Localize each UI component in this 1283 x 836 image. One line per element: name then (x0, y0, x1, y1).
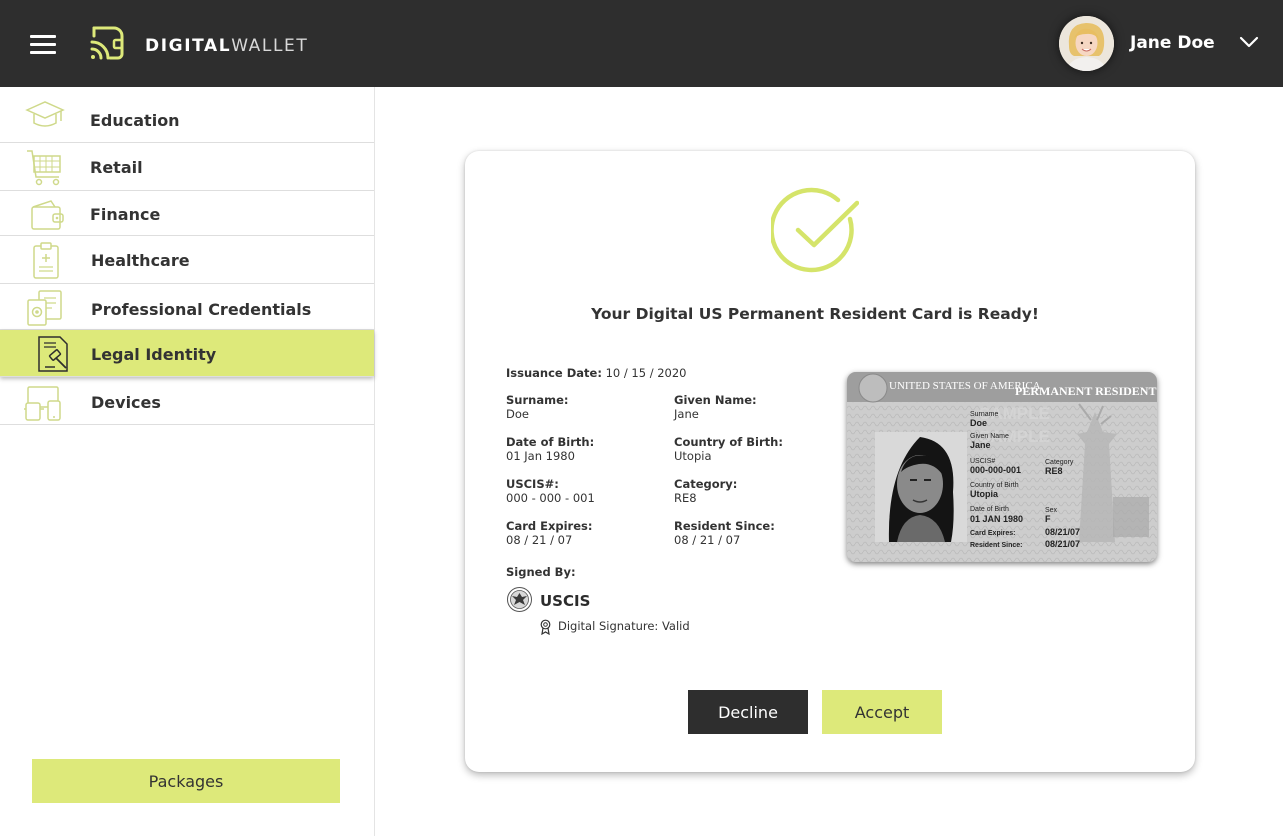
id-card-label-country: Country of Birth (970, 482, 1019, 489)
id-card-label-dob: Date of Birth (970, 506, 1009, 513)
category-field: Category: RE8 (674, 477, 737, 505)
digital-wallet-logo-icon (90, 26, 124, 60)
id-card-label-resident: Resident Since: (970, 542, 1023, 549)
gavel-document-icon (38, 336, 68, 372)
hamburger-menu-icon[interactable] (30, 35, 56, 55)
id-card-dob: 01 JAN 1980 (970, 514, 1023, 524)
date-of-birth-field: Date of Birth: 01 Jan 1980 (506, 435, 594, 463)
issuance-date-label: Issuance Date: (506, 366, 602, 380)
field-label: Date of Birth: (506, 435, 595, 449)
id-card-sex: F (1045, 514, 1051, 524)
issuance-date-value: 10 / 15 / 2020 (605, 366, 687, 380)
id-card-category: RE8 (1045, 466, 1063, 476)
id-card-surname: Doe (970, 418, 987, 428)
field-label: Card Expires: (506, 519, 593, 533)
issuance-date: Issuance Date: 10 / 15 / 2020 (506, 366, 687, 380)
wallet-icon (31, 200, 64, 230)
field-value: 08 / 21 / 07 (674, 533, 741, 547)
sidebar-item-label: Devices (91, 393, 161, 412)
surname-field: Surname: Doe (506, 393, 568, 421)
top-bar: DIGITALWALLET Jane Doe (0, 0, 1283, 87)
resident-since-field: Resident Since: 08 / 21 / 07 (674, 519, 775, 547)
sidebar-item-healthcare[interactable]: Healthcare (0, 236, 374, 284)
accept-button[interactable]: Accept (822, 690, 942, 734)
sidebar-item-label: Healthcare (91, 251, 190, 270)
decline-button[interactable]: Decline (688, 690, 808, 734)
field-label: Category: (674, 477, 738, 491)
credentials-icon (27, 290, 62, 326)
field-value: 08 / 21 / 07 (506, 533, 573, 547)
field-value: 01 Jan 1980 (506, 449, 575, 463)
medical-clipboard-icon (33, 242, 59, 279)
country-of-birth-field: Country of Birth: Utopia (674, 435, 783, 463)
app-logo-text: DIGITALWALLET (145, 36, 309, 56)
sidebar-item-education[interactable]: Education (0, 87, 374, 143)
id-card-label-expires: Card Expires: (970, 530, 1016, 537)
card-ready-title: Your Digital US Permanent Resident Card … (591, 305, 1039, 323)
credential-offer-card: Your Digital US Permanent Resident Card … (465, 151, 1195, 772)
field-label: Country of Birth: (674, 435, 783, 449)
card-expires-field: Card Expires: 08 / 21 / 07 (506, 519, 592, 547)
field-value: RE8 (674, 491, 697, 505)
chevron-down-icon[interactable] (1238, 34, 1260, 50)
sidebar-item-label: Legal Identity (91, 345, 217, 364)
signature-status: Digital Signature: Valid (558, 619, 690, 633)
sidebar-item-label: Retail (90, 158, 143, 177)
field-label: USCIS#: (506, 477, 559, 491)
sidebar-item-label: Finance (90, 205, 161, 224)
uscis-number-field: USCIS#: 000 - 000 - 001 (506, 477, 595, 505)
id-card-label-category: Category (1045, 459, 1074, 466)
sidebar-item-legal-identity[interactable]: Legal Identity (0, 330, 374, 377)
id-card-header-right: PERMANENT RESIDENT (1015, 384, 1156, 398)
shopping-cart-icon (27, 150, 61, 186)
signed-by-label: Signed By: (506, 565, 576, 579)
dhs-seal-icon (507, 587, 532, 612)
sidebar-item-retail[interactable]: Retail (0, 143, 374, 191)
field-value: Doe (506, 407, 529, 421)
field-label: Surname: (506, 393, 569, 407)
sidebar: Education Retail Finance Healthcare Prof… (0, 87, 375, 836)
id-card-label-uscis: USCIS# (970, 458, 995, 465)
user-name[interactable]: Jane Doe (1130, 33, 1215, 53)
green-card-graphic: UNITED STATES OF AMERICA PERMANENT RESID… (847, 372, 1157, 562)
devices-icon (24, 386, 61, 421)
field-value: Utopia (674, 449, 712, 463)
certificate-ribbon-icon (540, 619, 551, 635)
id-card-label-given: Given Name (970, 433, 1009, 440)
sidebar-item-label: Education (90, 111, 180, 130)
id-card-resident: 08/21/07 (1045, 539, 1080, 549)
sidebar-item-devices[interactable]: Devices (0, 377, 374, 425)
field-value: Jane (674, 407, 699, 421)
field-value: 000 - 000 - 001 (506, 491, 595, 505)
sidebar-item-professional-credentials[interactable]: Professional Credentials (0, 284, 374, 330)
field-label: Given Name: (674, 393, 757, 407)
packages-button[interactable]: Packages (32, 759, 340, 803)
id-card-label-sex: Sex (1045, 507, 1058, 514)
field-label: Resident Since: (674, 519, 775, 533)
id-card-expires: 08/21/07 (1045, 527, 1080, 537)
user-avatar[interactable] (1059, 16, 1114, 71)
sidebar-item-label: Professional Credentials (91, 300, 312, 319)
id-card-label-surname: Surname (970, 411, 999, 418)
given-name-field: Given Name: Jane (674, 393, 757, 421)
permanent-resident-card-image: UNITED STATES OF AMERICA PERMANENT RESID… (847, 372, 1157, 562)
issuer-name: USCIS (540, 592, 591, 610)
id-card-given: Jane (970, 440, 991, 450)
graduation-cap-icon (25, 101, 65, 127)
id-card-uscis: 000-000-001 (970, 465, 1021, 475)
check-circle-icon (771, 187, 859, 273)
id-card-country: Utopia (970, 489, 999, 499)
avatar-photo (1059, 16, 1114, 71)
sidebar-item-finance[interactable]: Finance (0, 191, 374, 236)
